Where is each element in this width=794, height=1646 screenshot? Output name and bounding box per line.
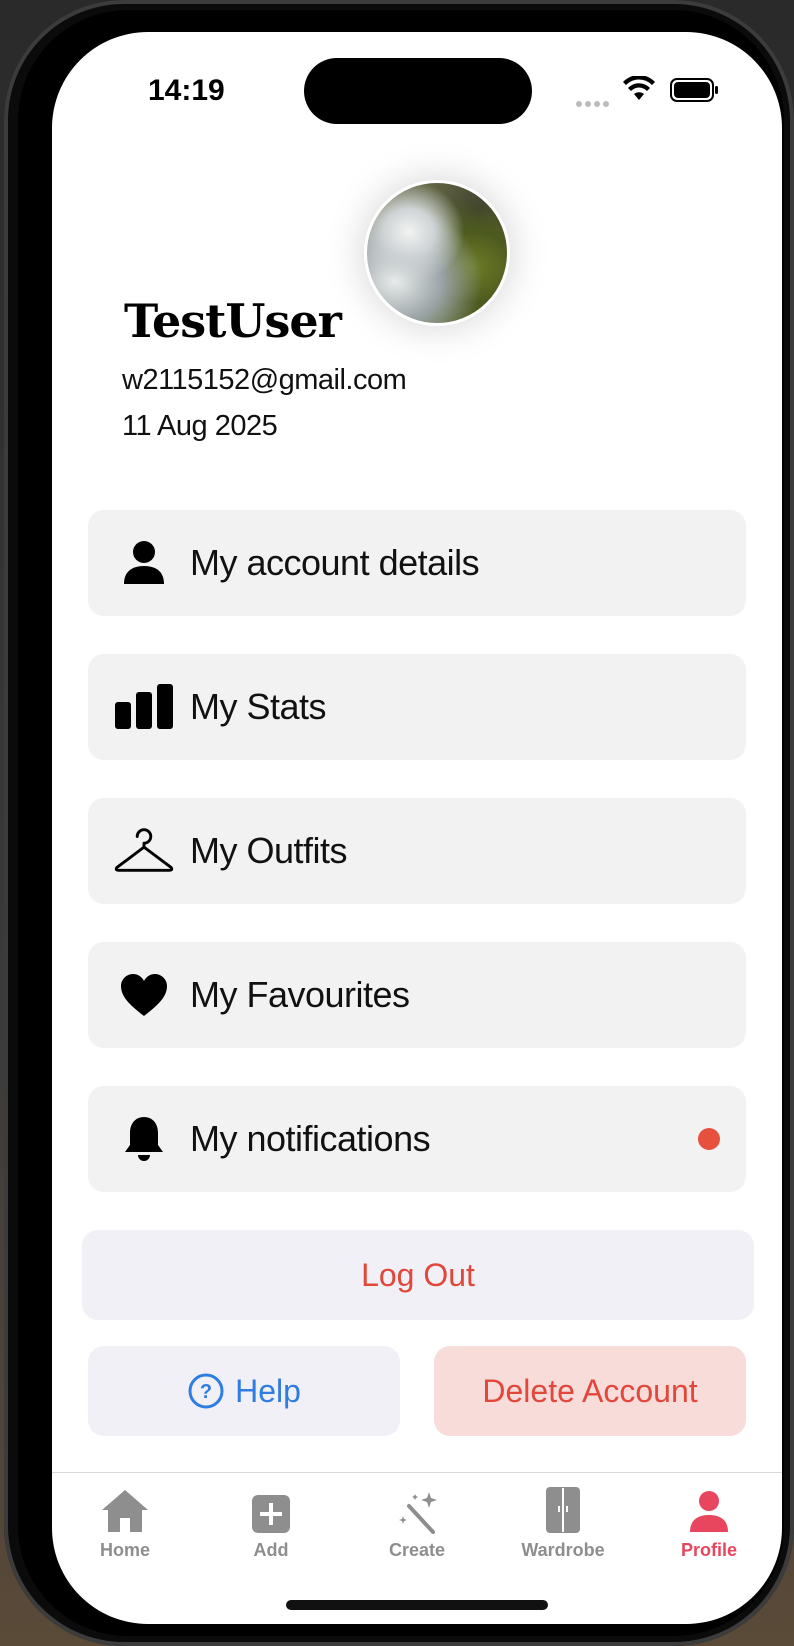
heart-icon — [114, 968, 174, 1022]
question-circle-icon: ? — [188, 1373, 224, 1409]
tab-bar-divider — [52, 1472, 782, 1473]
person-icon — [636, 1482, 782, 1534]
magic-wand-icon — [344, 1482, 490, 1534]
battery-icon — [670, 78, 718, 102]
bar-chart-icon — [114, 680, 174, 734]
tab-label: Create — [388, 1540, 446, 1560]
menu-item-notifications[interactable]: My notifications — [88, 1086, 746, 1192]
menu-item-label: My notifications — [190, 1118, 431, 1159]
home-indicator[interactable] — [286, 1600, 548, 1610]
menu-item-label: My account details — [190, 542, 480, 583]
dynamic-island — [304, 58, 532, 124]
wifi-icon — [623, 76, 655, 100]
wardrobe-icon — [490, 1482, 636, 1534]
tab-create[interactable]: Create — [344, 1482, 490, 1572]
tab-label: Home — [99, 1540, 150, 1560]
menu-item-stats[interactable]: My Stats — [88, 654, 746, 760]
phone-bezel: 14:19 TestUser w2115152@gmail.com 11 Aug… — [18, 10, 784, 1636]
tab-profile[interactable]: Profile — [636, 1482, 782, 1572]
tab-label: Wardrobe — [521, 1540, 605, 1560]
help-button[interactable]: ? Help — [88, 1346, 400, 1436]
signal-icon — [576, 94, 612, 112]
help-label: Help — [235, 1372, 301, 1409]
menu-item-label: My Favourites — [190, 974, 410, 1015]
tab-label: Profile — [680, 1540, 737, 1560]
menu-item-account-details[interactable]: My account details — [88, 510, 746, 616]
tab-wardrobe[interactable]: Wardrobe — [490, 1482, 636, 1572]
menu-item-label: My Outfits — [190, 830, 348, 871]
hanger-icon — [114, 824, 174, 878]
delete-account-label: Delete Account — [482, 1372, 698, 1409]
tab-add[interactable]: Add — [198, 1482, 344, 1572]
tab-label: Add — [253, 1540, 289, 1560]
app-screen: 14:19 TestUser w2115152@gmail.com 11 Aug… — [52, 32, 782, 1624]
bell-icon — [114, 1112, 174, 1166]
avatar[interactable] — [364, 180, 510, 326]
menu-item-label: My Stats — [190, 686, 327, 727]
delete-account-button[interactable]: Delete Account — [434, 1346, 746, 1436]
join-date: 11 Aug 2025 — [122, 410, 278, 442]
menu-item-outfits[interactable]: My Outfits — [88, 798, 746, 904]
person-icon — [114, 536, 174, 590]
tab-home[interactable]: Home — [52, 1482, 198, 1572]
menu-item-favourites[interactable]: My Favourites — [88, 942, 746, 1048]
notification-badge — [698, 1128, 720, 1150]
svg-text:?: ? — [200, 1381, 212, 1403]
plus-square-icon — [198, 1482, 344, 1534]
phone-frame: 14:19 TestUser w2115152@gmail.com 11 Aug… — [4, 0, 794, 1646]
logout-label: Log Out — [361, 1256, 475, 1293]
user-email: w2115152@gmail.com — [122, 364, 407, 396]
logout-button[interactable]: Log Out — [82, 1230, 754, 1320]
status-time: 14:19 — [148, 74, 225, 107]
house-icon — [52, 1482, 198, 1534]
username: TestUser — [124, 294, 342, 348]
